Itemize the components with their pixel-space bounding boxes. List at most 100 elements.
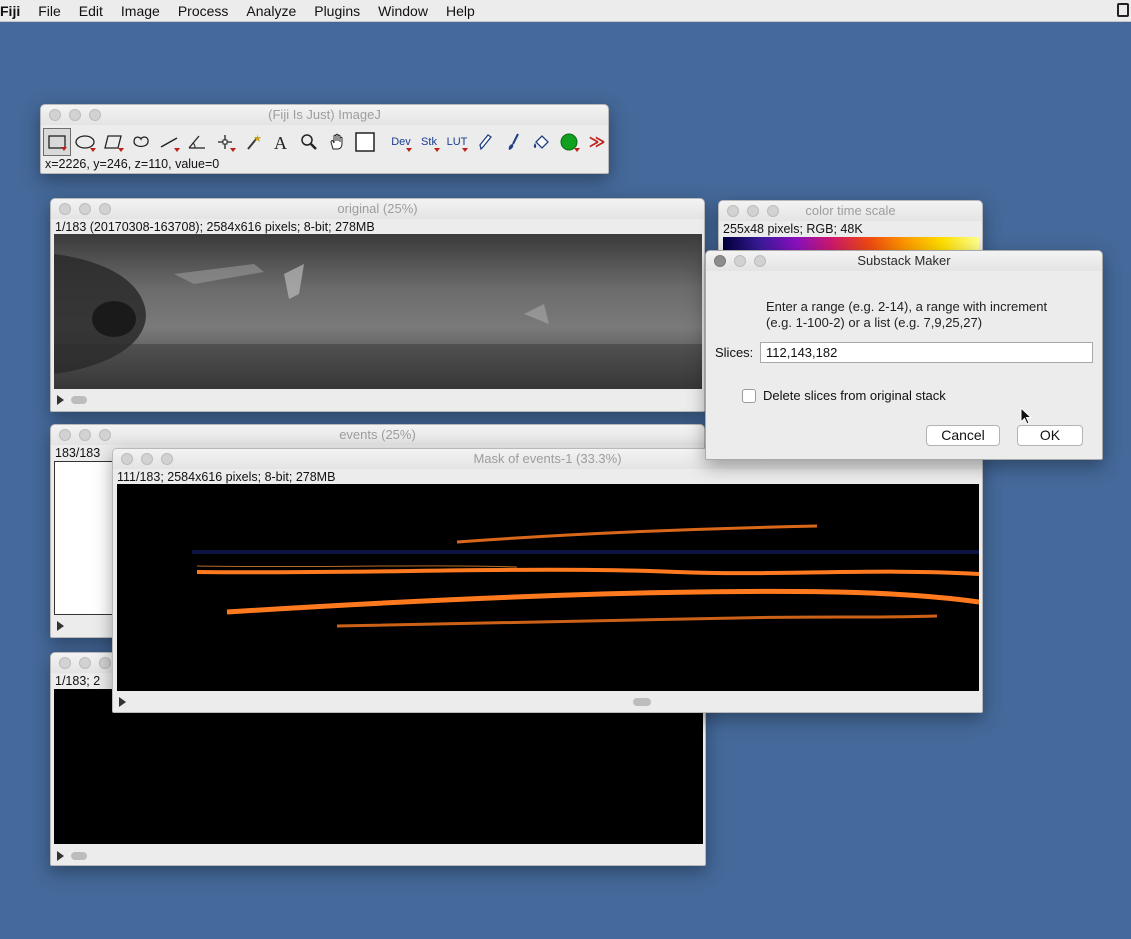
minimize-button[interactable] <box>747 205 759 217</box>
bucket-icon <box>533 135 549 149</box>
zoom-button[interactable] <box>89 109 101 121</box>
zoom-button[interactable] <box>99 657 111 669</box>
svg-text:A: A <box>274 133 287 151</box>
menu-analyze[interactable]: Analyze <box>237 3 305 19</box>
angle-tool[interactable] <box>183 128 211 156</box>
play-icon[interactable] <box>57 851 64 861</box>
window-controls <box>59 429 111 441</box>
tray-icon[interactable] <box>1117 3 1129 17</box>
wand-tool[interactable] <box>239 128 267 156</box>
square-icon <box>355 132 375 152</box>
point-tool[interactable] <box>211 128 239 156</box>
text-tool[interactable]: A <box>267 128 295 156</box>
menu-image[interactable]: Image <box>112 3 169 19</box>
line-tool[interactable] <box>155 128 183 156</box>
rectangle-tool[interactable] <box>43 128 71 156</box>
grayscale-image <box>54 234 702 389</box>
dropdown-indicator <box>90 148 96 152</box>
slice-scrollbar[interactable] <box>51 393 701 407</box>
message-line-1: Enter a range (e.g. 2-14), a range with … <box>766 299 1048 314</box>
close-button[interactable] <box>727 205 739 217</box>
window-title: Mask of events-1 (33.3%) <box>473 451 622 466</box>
minimize-button[interactable] <box>79 203 91 215</box>
slices-label: Slices: <box>715 345 754 360</box>
zoom-button[interactable] <box>767 205 779 217</box>
dev-menu-tool[interactable]: Dev <box>387 128 415 156</box>
scroll-thumb[interactable] <box>71 852 87 860</box>
original-titlebar[interactable]: original (25%) <box>51 199 704 219</box>
zoom-button[interactable] <box>99 203 111 215</box>
close-button[interactable] <box>59 429 71 441</box>
close-button[interactable] <box>59 657 71 669</box>
minimize-button[interactable] <box>69 109 81 121</box>
slices-input[interactable] <box>760 342 1093 363</box>
play-icon[interactable] <box>57 395 64 405</box>
dev-label: Dev <box>391 136 411 148</box>
cancel-button[interactable]: Cancel <box>926 425 1000 446</box>
close-button[interactable] <box>121 453 133 465</box>
lut-menu-tool[interactable]: LUT <box>443 128 471 156</box>
ok-button[interactable]: OK <box>1017 425 1083 446</box>
zoom-button[interactable] <box>754 255 766 267</box>
zoom-button[interactable] <box>161 453 173 465</box>
minimize-button[interactable] <box>79 429 91 441</box>
slice-scrollbar[interactable] <box>51 849 701 863</box>
menu-edit[interactable]: Edit <box>70 3 112 19</box>
color-picker-tool[interactable] <box>351 128 379 156</box>
brush-tool[interactable] <box>499 128 527 156</box>
flood-fill-tool[interactable] <box>527 128 555 156</box>
dialog-title: Substack Maker <box>857 253 951 268</box>
message-line-2: (e.g. 1-100-2) or a list (e.g. 7,9,25,27… <box>766 315 983 330</box>
tool-row: A Dev Stk LUT ≫ <box>43 128 608 156</box>
dropdown-indicator <box>406 148 412 152</box>
plugin-tool[interactable] <box>555 128 583 156</box>
zoom-tool[interactable] <box>295 128 323 156</box>
status-bar: x=2226, y=246, z=110, value=0 <box>45 157 220 171</box>
color-scale-window: color time scale 255x48 pixels; RGB; 48K <box>718 200 983 254</box>
hand-tool[interactable] <box>323 128 351 156</box>
mask-image <box>117 484 980 691</box>
window-controls <box>59 657 111 669</box>
image-info: 1/183 (20170308-163708); 2584x616 pixels… <box>55 220 375 234</box>
scroll-thumb[interactable] <box>71 396 87 404</box>
minimize-button[interactable] <box>734 255 746 267</box>
image-canvas[interactable] <box>54 234 702 389</box>
zoom-button[interactable] <box>99 429 111 441</box>
menu-plugins[interactable]: Plugins <box>305 3 369 19</box>
menu-process[interactable]: Process <box>169 3 238 19</box>
dialog-titlebar[interactable]: Substack Maker <box>706 251 1102 271</box>
image-canvas[interactable] <box>117 484 980 691</box>
oval-tool[interactable] <box>71 128 99 156</box>
delete-slices-checkbox[interactable] <box>742 389 756 403</box>
pencil-icon <box>479 134 492 151</box>
menu-help[interactable]: Help <box>437 3 484 19</box>
minimize-button[interactable] <box>79 657 91 669</box>
color-scale-titlebar[interactable]: color time scale <box>719 201 982 221</box>
more-tools-button[interactable]: ≫ <box>583 128 608 156</box>
play-icon[interactable] <box>119 697 126 707</box>
minimize-button[interactable] <box>141 453 153 465</box>
menu-window[interactable]: Window <box>369 3 437 19</box>
toolbar-window-titlebar[interactable]: (Fiji Is Just) ImageJ <box>41 105 608 125</box>
brush-icon <box>508 133 519 150</box>
close-button[interactable] <box>714 255 726 267</box>
play-icon[interactable] <box>57 621 64 631</box>
events-titlebar[interactable]: events (25%) <box>51 425 704 445</box>
close-button[interactable] <box>49 109 61 121</box>
stk-menu-tool[interactable]: Stk <box>415 128 443 156</box>
dropdown-indicator <box>230 148 236 152</box>
scroll-thumb[interactable] <box>633 698 651 706</box>
app-menu[interactable]: Fiji <box>0 3 29 19</box>
pencil-tool[interactable] <box>471 128 499 156</box>
menu-file[interactable]: File <box>29 3 70 19</box>
slice-scrollbar[interactable] <box>113 695 979 709</box>
delete-slices-label[interactable]: Delete slices from original stack <box>763 388 946 403</box>
dialog-message: Enter a range (e.g. 2-14), a range with … <box>766 299 1047 331</box>
polygon-tool[interactable] <box>99 128 127 156</box>
window-controls <box>59 203 111 215</box>
close-button[interactable] <box>59 203 71 215</box>
freehand-tool[interactable] <box>127 128 155 156</box>
image-info: 111/183; 2584x616 pixels; 8-bit; 278MB <box>117 470 336 484</box>
dropdown-indicator <box>462 148 468 152</box>
